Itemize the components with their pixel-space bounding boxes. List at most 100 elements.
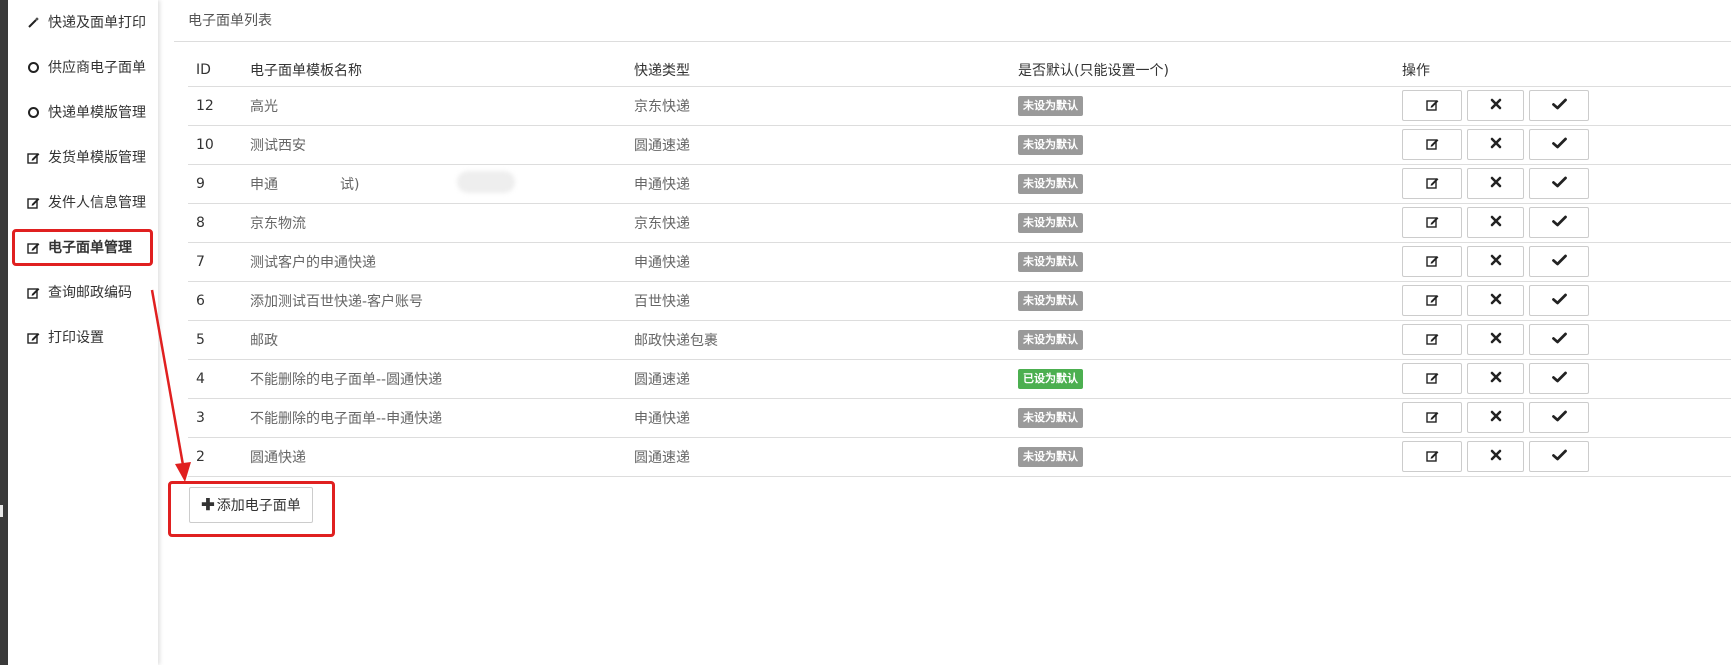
row-operations [1394, 125, 1731, 165]
delete-button[interactable] [1467, 90, 1524, 121]
sidebar-item-2[interactable]: 供应商电子面单 [8, 52, 158, 82]
row-id: 8 [188, 203, 242, 243]
set-default-button[interactable] [1529, 246, 1589, 277]
operation-buttons [1402, 168, 1731, 199]
sidebar-item-8[interactable]: 打印设置 [8, 322, 158, 352]
header-id: ID [188, 54, 242, 87]
set-default-button[interactable] [1529, 168, 1589, 199]
row-id: 10 [188, 125, 242, 165]
row-name-cell: 高光 [242, 86, 626, 126]
status-badge: 未设为默认 [1018, 95, 1083, 116]
edit-icon [26, 195, 40, 209]
row-type: 申通快递 [626, 242, 1010, 282]
sidebar-item-6[interactable]: 电子面单管理 [8, 232, 158, 262]
check-icon [1551, 98, 1567, 113]
set-default-button[interactable] [1529, 90, 1589, 121]
operation-buttons [1402, 441, 1731, 472]
row-name: 添加测试百世快递-客户账号 [250, 293, 424, 310]
sidebar-item-label: 发件人信息管理 [48, 195, 146, 211]
sidebar-item-3[interactable]: 快递单模版管理 [8, 97, 158, 127]
edit-icon [1425, 410, 1439, 426]
row-name: 测试客户的申通快递 [250, 254, 376, 271]
row-operations [1394, 281, 1731, 321]
operation-buttons [1402, 285, 1731, 316]
delete-button[interactable] [1467, 246, 1524, 277]
check-icon [1551, 215, 1567, 230]
check-icon [1551, 137, 1567, 152]
edit-icon [26, 240, 40, 254]
operation-buttons [1402, 207, 1731, 238]
circle-icon [26, 105, 40, 119]
table-row: 2 圆通快递 圆通速递 未设为默认 [188, 437, 1731, 477]
delete-button[interactable] [1467, 324, 1524, 355]
operation-buttons [1402, 129, 1731, 160]
row-id: 12 [188, 86, 242, 126]
row-name: 高光 [250, 98, 278, 115]
row-name-tail: 试) [340, 176, 360, 193]
table-row: 8 京东物流 京东快递 未设为默认 [188, 203, 1731, 243]
row-name-cell: 不能删除的电子面单--圆通快递 [242, 359, 626, 399]
row-type: 京东快递 [626, 86, 1010, 126]
row-name-cell: 邮政 [242, 320, 626, 360]
row-type: 圆通速递 [626, 359, 1010, 399]
sidebar-item-5[interactable]: 发件人信息管理 [8, 187, 158, 217]
edit-button[interactable] [1402, 363, 1462, 394]
edit-button[interactable] [1402, 168, 1462, 199]
set-default-button[interactable] [1529, 441, 1589, 472]
edit-button[interactable] [1402, 90, 1462, 121]
delete-button[interactable] [1467, 168, 1524, 199]
edit-button[interactable] [1402, 402, 1462, 433]
row-name-cell: 不能删除的电子面单--申通快递 [242, 398, 626, 438]
edit-button[interactable] [1402, 246, 1462, 277]
row-type: 京东快递 [626, 203, 1010, 243]
operation-buttons [1402, 90, 1731, 121]
row-operations [1394, 320, 1731, 360]
delete-button[interactable] [1467, 285, 1524, 316]
table-row: 5 邮政 邮政快递包裹 未设为默认 [188, 320, 1731, 360]
edit-button[interactable] [1402, 285, 1462, 316]
set-default-button[interactable] [1529, 129, 1589, 160]
delete-button[interactable] [1467, 363, 1524, 394]
edit-button[interactable] [1402, 441, 1462, 472]
close-icon [1490, 449, 1502, 464]
set-default-button[interactable] [1529, 363, 1589, 394]
row-name-cell: 京东物流 [242, 203, 626, 243]
sidebar-item-label: 快递及面单打印 [48, 15, 146, 31]
status-badge: 未设为默认 [1018, 446, 1083, 467]
delete-button[interactable] [1467, 129, 1524, 160]
table-row: 3 不能删除的电子面单--申通快递 申通快递 未设为默认 [188, 398, 1731, 438]
sidebar-item-label: 发货单模版管理 [48, 150, 146, 166]
sidebar: 快递及面单打印供应商电子面单快递单模版管理 发货单模版管理 发件人信息管理电子面单管… [8, 0, 158, 665]
status-badge: 未设为默认 [1018, 407, 1083, 428]
edit-button[interactable] [1402, 207, 1462, 238]
add-waybill-button[interactable]: ✚ 添加电子面单 [189, 487, 313, 523]
sidebar-item-label: 快递单模版管理 [48, 105, 146, 121]
delete-button[interactable] [1467, 207, 1524, 238]
row-name-cell: 测试西安 [242, 125, 626, 165]
row-id: 3 [188, 398, 242, 438]
edit-icon [1425, 98, 1439, 114]
set-default-button[interactable] [1529, 402, 1589, 433]
edit-button[interactable] [1402, 129, 1462, 160]
sidebar-item-7[interactable]: 查询邮政编码 [8, 277, 158, 307]
row-id: 6 [188, 281, 242, 321]
main-panel: 电子面单列表 ID 电子面单模板名称 快递类型 是否默认(只能设置一个) 操作 … [162, 0, 1731, 665]
delete-button[interactable] [1467, 402, 1524, 433]
set-default-button[interactable] [1529, 324, 1589, 355]
edit-icon [1425, 176, 1439, 192]
edit-icon [1425, 215, 1439, 231]
row-default-cell: 已设为默认 [1010, 359, 1394, 399]
set-default-button[interactable] [1529, 285, 1589, 316]
edit-icon [1425, 254, 1439, 270]
sidebar-item-1[interactable]: 快递及面单打印 [8, 7, 158, 37]
row-default-cell: 未设为默认 [1010, 281, 1394, 321]
check-icon [1551, 410, 1567, 425]
row-default-cell: 未设为默认 [1010, 242, 1394, 282]
status-badge: 已设为默认 [1018, 368, 1083, 389]
status-badge: 未设为默认 [1018, 173, 1083, 194]
row-name: 测试西安 [250, 137, 306, 154]
delete-button[interactable] [1467, 441, 1524, 472]
edit-button[interactable] [1402, 324, 1462, 355]
sidebar-item-4[interactable]: 发货单模版管理 [8, 142, 158, 172]
set-default-button[interactable] [1529, 207, 1589, 238]
